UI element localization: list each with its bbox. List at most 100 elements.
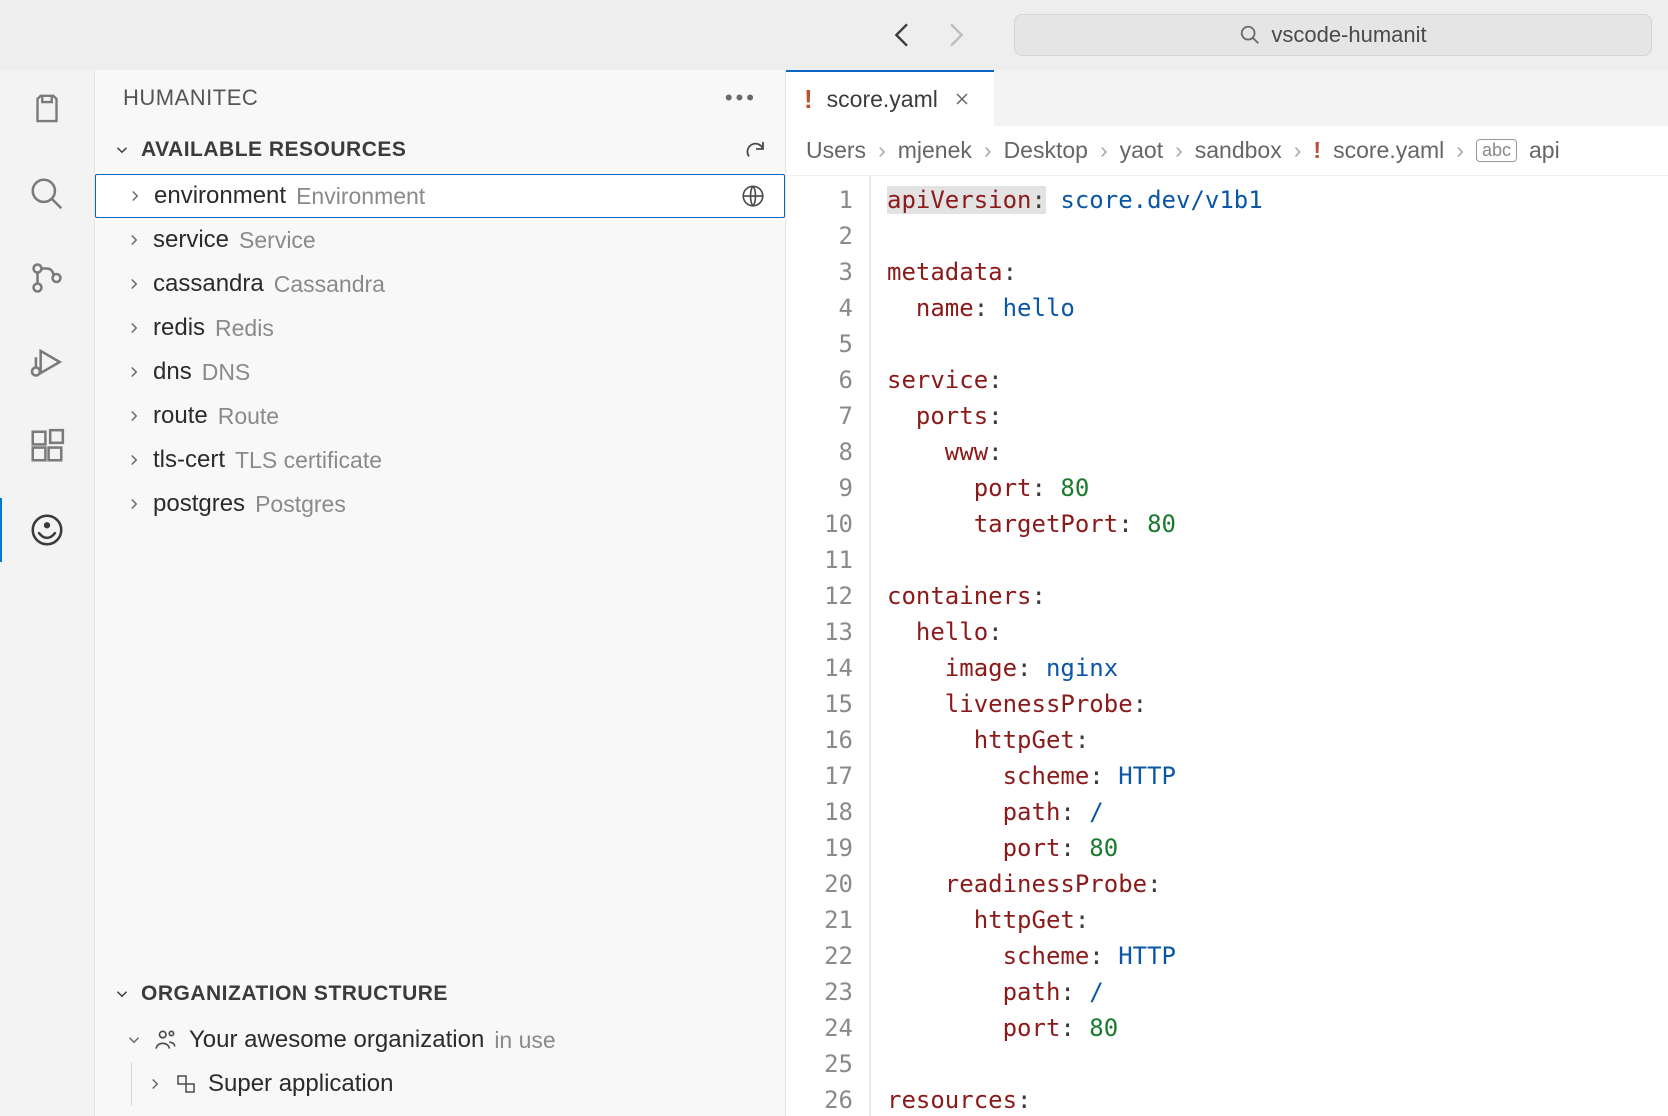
breadcrumb-item[interactable]: Users: [806, 137, 866, 164]
code-line[interactable]: targetPort: 80: [887, 506, 1263, 542]
tab-score-yaml[interactable]: ! score.yaml: [786, 70, 994, 126]
forward-button[interactable]: [938, 18, 972, 52]
code-line[interactable]: [887, 1046, 1263, 1082]
line-number: 19: [786, 830, 853, 866]
resource-name: redis: [153, 314, 205, 342]
chevron-right-icon: [146, 1075, 164, 1093]
chevron-right-icon: ›: [878, 137, 886, 164]
source-control-icon[interactable]: [23, 254, 71, 302]
code-line[interactable]: httpGet:: [887, 722, 1263, 758]
code-line[interactable]: scheme: HTTP: [887, 758, 1263, 794]
line-number: 23: [786, 974, 853, 1010]
code-line[interactable]: livenessProbe:: [887, 686, 1263, 722]
chevron-down-icon: [113, 141, 131, 159]
code-body[interactable]: apiVersion: score.dev/v1b1 metadata: nam…: [871, 176, 1263, 1116]
breadcrumb-item[interactable]: yaot: [1120, 137, 1163, 164]
line-number: 20: [786, 866, 853, 902]
code-line[interactable]: resources:: [887, 1082, 1263, 1116]
activity-bar: [0, 70, 95, 1116]
chevron-down-icon: [113, 985, 131, 1003]
command-center[interactable]: vscode-humanit: [1014, 14, 1652, 56]
breadcrumb-item[interactable]: score.yaml: [1333, 137, 1444, 164]
org-section-header[interactable]: ORGANIZATION STRUCTURE: [95, 970, 785, 1018]
resource-item-postgres[interactable]: postgres Postgres: [95, 482, 785, 526]
resource-name: dns: [153, 358, 192, 386]
code-line[interactable]: path: /: [887, 974, 1263, 1010]
code-line[interactable]: image: nginx: [887, 650, 1263, 686]
resource-name: tls-cert: [153, 446, 225, 474]
breadcrumb-item[interactable]: sandbox: [1195, 137, 1282, 164]
chevron-right-icon: [125, 407, 143, 425]
resource-item-cassandra[interactable]: cassandra Cassandra: [95, 262, 785, 306]
code-line[interactable]: [887, 542, 1263, 578]
search-icon[interactable]: [23, 170, 71, 218]
run-debug-icon[interactable]: [23, 338, 71, 386]
org-item[interactable]: Your awesome organization in use: [95, 1018, 785, 1062]
editor-area: ! score.yaml Users › mjenek › Desktop › yaot › s…: [785, 70, 1668, 1116]
breadcrumbs[interactable]: Users›mjenek›Desktop›yaot›sandbox›!score…: [786, 126, 1668, 176]
code-line[interactable]: hello:: [887, 614, 1263, 650]
line-number: 15: [786, 686, 853, 722]
chevron-right-icon: ›: [984, 137, 992, 164]
refresh-icon[interactable]: [743, 138, 767, 162]
code-line[interactable]: [887, 326, 1263, 362]
line-number: 8: [786, 434, 853, 470]
code-line[interactable]: metadata:: [887, 254, 1263, 290]
code-line[interactable]: www:: [887, 434, 1263, 470]
resources-section-header[interactable]: AVAILABLE RESOURCES: [95, 126, 785, 174]
humanitec-icon[interactable]: [23, 506, 71, 554]
chevron-right-icon: [125, 275, 143, 293]
breadcrumb-item[interactable]: Desktop: [1004, 137, 1088, 164]
line-number: 12: [786, 578, 853, 614]
resource-desc: Cassandra: [274, 271, 385, 298]
code-line[interactable]: readinessProbe:: [887, 866, 1263, 902]
resource-item-dns[interactable]: dns DNS: [95, 350, 785, 394]
code-line[interactable]: ports:: [887, 398, 1263, 434]
explorer-icon[interactable]: [23, 86, 71, 134]
resource-desc: DNS: [202, 359, 251, 386]
breadcrumb-item[interactable]: mjenek: [898, 137, 972, 164]
line-number: 26: [786, 1082, 853, 1116]
line-number: 22: [786, 938, 853, 974]
code-line[interactable]: scheme: HTTP: [887, 938, 1263, 974]
resource-item-redis[interactable]: redis Redis: [95, 306, 785, 350]
code-line[interactable]: port: 80: [887, 830, 1263, 866]
line-number: 18: [786, 794, 853, 830]
resource-name: cassandra: [153, 270, 264, 298]
chevron-right-icon: ›: [1175, 137, 1183, 164]
resource-item-environment[interactable]: environment Environment: [95, 174, 785, 218]
code-line[interactable]: containers:: [887, 578, 1263, 614]
code-editor[interactable]: 1234567891011121314151617181920212223242…: [786, 176, 1668, 1116]
code-line[interactable]: port: 80: [887, 1010, 1263, 1046]
resource-item-route[interactable]: route Route: [95, 394, 785, 438]
code-line[interactable]: apiVersion: score.dev/v1b1: [887, 182, 1263, 218]
close-icon[interactable]: [952, 89, 972, 109]
resource-item-service[interactable]: service Service: [95, 218, 785, 262]
command-center-text: vscode-humanit: [1271, 22, 1426, 48]
code-line[interactable]: httpGet:: [887, 902, 1263, 938]
resource-desc: Environment: [296, 183, 425, 210]
resource-name: postgres: [153, 490, 245, 518]
globe-icon[interactable]: [740, 183, 766, 209]
code-line[interactable]: [887, 218, 1263, 254]
code-line[interactable]: service:: [887, 362, 1263, 398]
resource-name: environment: [154, 182, 286, 210]
code-line[interactable]: port: 80: [887, 470, 1263, 506]
back-button[interactable]: [886, 18, 920, 52]
org-child-item[interactable]: Super application: [131, 1062, 785, 1106]
resource-item-tls-cert[interactable]: tls-cert TLS certificate: [95, 438, 785, 482]
line-number: 2: [786, 218, 853, 254]
gutter: 1234567891011121314151617181920212223242…: [786, 176, 871, 1116]
sidebar-title: HUMANITEC: [123, 85, 258, 111]
app-icon: [174, 1072, 198, 1096]
extensions-icon[interactable]: [23, 422, 71, 470]
resource-desc: Redis: [215, 315, 274, 342]
chevron-right-icon: ›: [1456, 137, 1464, 164]
sidebar-more-icon[interactable]: •••: [725, 85, 757, 111]
search-icon: [1239, 24, 1261, 46]
code-line[interactable]: name: hello: [887, 290, 1263, 326]
line-number: 14: [786, 650, 853, 686]
breadcrumb-item[interactable]: api: [1529, 137, 1560, 164]
org-badge: in use: [494, 1027, 555, 1054]
code-line[interactable]: path: /: [887, 794, 1263, 830]
